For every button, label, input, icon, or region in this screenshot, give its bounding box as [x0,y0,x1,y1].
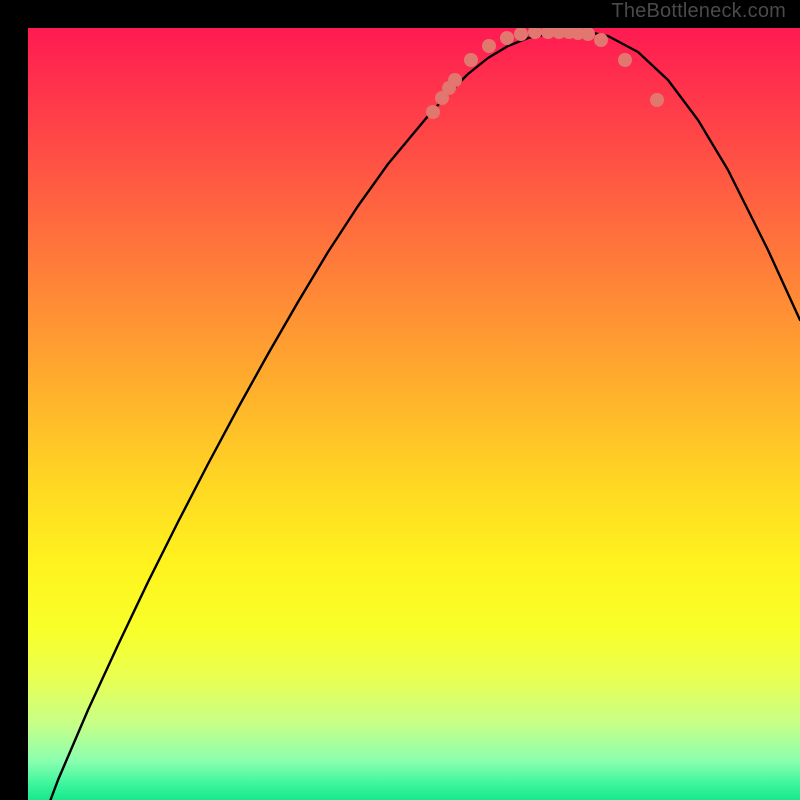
marker-dots [426,28,664,119]
watermark-text: TheBottleneck.com [611,0,786,23]
chart-svg [28,28,800,800]
plot-area [28,28,800,800]
bottleneck-curve [28,32,800,800]
chart-frame [14,14,786,786]
